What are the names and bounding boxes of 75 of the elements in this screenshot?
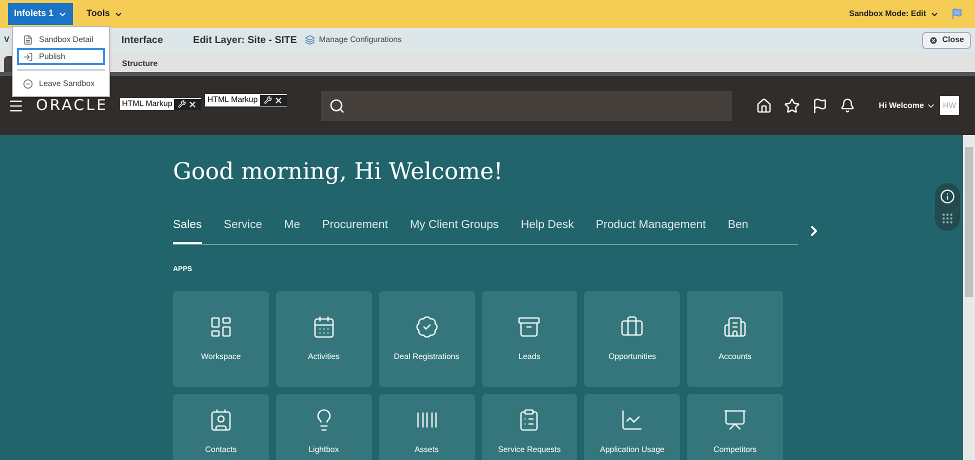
- menu-item[interactable]: Sandbox Detail: [17, 31, 105, 48]
- board-icon: [723, 408, 748, 432]
- close-button[interactable]: Close: [922, 32, 971, 48]
- search-icon: [328, 98, 345, 114]
- app-label: Contacts: [205, 444, 237, 456]
- app-label: Application Usage: [600, 444, 664, 456]
- menu-item[interactable]: Publish: [17, 48, 105, 65]
- app-tile[interactable]: Service Requests: [482, 394, 578, 460]
- nav-tab[interactable]: Procurement: [322, 216, 388, 244]
- oracle-logo[interactable]: ORACLE: [36, 94, 108, 117]
- app-tile[interactable]: Lightbox: [276, 394, 372, 460]
- buildings-icon: [723, 315, 748, 340]
- bar-label: V: [4, 36, 10, 44]
- app-label: Service Requests: [498, 444, 561, 456]
- app-label: Activities: [308, 351, 340, 364]
- markup-label: HTML Markup: [120, 98, 174, 110]
- wrench-icon[interactable]: [178, 100, 186, 108]
- calendar-icon: [312, 315, 336, 340]
- markup-widget[interactable]: HTML Markup: [120, 98, 202, 110]
- app-tile[interactable]: Leads: [482, 291, 578, 388]
- nav-tab[interactable]: My Client Groups: [410, 216, 499, 244]
- nav-tab[interactable]: Help Desk: [520, 216, 574, 244]
- chart-line-icon: [620, 408, 644, 432]
- badge-check-icon: [414, 315, 439, 340]
- manage-configurations-link[interactable]: Manage Configurations: [304, 34, 402, 46]
- app-label: Leads: [518, 351, 540, 364]
- menu-button[interactable]: Infolets 1: [8, 3, 73, 25]
- app-tile[interactable]: Deal Registrations: [378, 291, 474, 388]
- close-icon: [929, 36, 938, 44]
- app-label: Assets: [414, 444, 439, 456]
- menu-item[interactable]: Leave Sandbox: [17, 75, 105, 92]
- nav-tab[interactable]: Ben: [728, 216, 748, 244]
- sign-in-icon: [23, 52, 33, 62]
- contact-card-icon: [208, 408, 233, 432]
- structure-tab[interactable]: Structure: [122, 58, 158, 70]
- app-label: Workspace: [200, 351, 241, 364]
- close-icon[interactable]: [274, 96, 283, 104]
- app-tile[interactable]: Activities: [276, 291, 372, 388]
- nav-tab[interactable]: Me: [284, 216, 300, 244]
- bell-icon[interactable]: [840, 98, 855, 113]
- minus-circle-icon: [23, 78, 33, 88]
- menu-button[interactable]: Tools: [80, 3, 129, 25]
- document-icon: [23, 34, 33, 44]
- layers-icon: [304, 35, 315, 45]
- star-icon[interactable]: [784, 98, 800, 114]
- app-tile[interactable]: Contacts: [173, 394, 269, 460]
- app-tile[interactable]: Assets: [378, 394, 474, 460]
- grid-icon[interactable]: [941, 212, 954, 225]
- app-label: Opportunities: [608, 351, 656, 364]
- sandbox-mode-menu[interactable]: Sandbox Mode: Edit: [849, 8, 939, 20]
- app-label: Accounts: [718, 351, 752, 364]
- app-tile[interactable]: Application Usage: [584, 394, 680, 460]
- nav-tab[interactable]: Sales: [173, 216, 202, 244]
- close-icon[interactable]: [188, 100, 198, 108]
- app-tile[interactable]: Competitors: [687, 394, 783, 460]
- app-tile[interactable]: Accounts: [687, 291, 783, 388]
- user-menu[interactable]: Hi Welcome: [878, 100, 936, 112]
- markup-widget[interactable]: HTML Markup: [205, 94, 287, 107]
- info-icon[interactable]: [940, 189, 955, 204]
- app-tile[interactable]: Opportunities: [584, 291, 680, 388]
- nav-tab[interactable]: Service: [224, 216, 262, 244]
- search-field[interactable]: [320, 90, 732, 120]
- app-label: Competitors: [714, 444, 757, 456]
- bar-title: Interface: [121, 34, 164, 48]
- flag-icon[interactable]: [812, 98, 828, 114]
- nav-tab[interactable]: Product Management: [596, 216, 706, 244]
- wrench-icon[interactable]: [264, 96, 272, 104]
- app-tile[interactable]: Workspace: [173, 291, 269, 388]
- app-label: Deal Registrations: [394, 351, 460, 364]
- menu-icon[interactable]: [8, 98, 24, 114]
- greeting: Good morning, Hi Welcome!: [173, 158, 504, 187]
- edit-layer-label: Edit Layer: Site - SITE: [193, 34, 297, 48]
- app-label: Lightbox: [308, 444, 339, 456]
- markup-label: HTML Markup: [206, 94, 259, 106]
- home-icon[interactable]: [756, 98, 772, 114]
